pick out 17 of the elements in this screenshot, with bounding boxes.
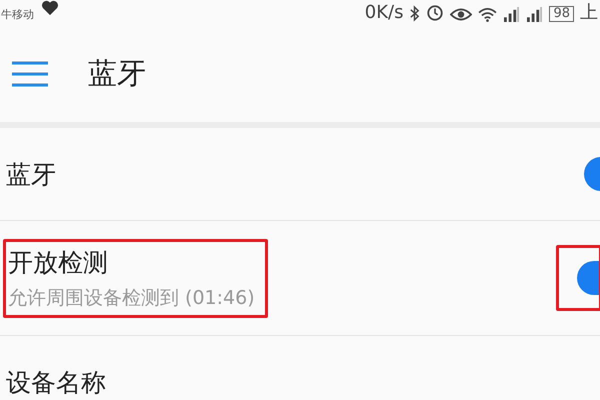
- signal-icon: [526, 7, 544, 22]
- eye-icon: [450, 7, 472, 22]
- heart-icon: [40, 0, 60, 16]
- setting-description: 允许周围设备检测到 (01:46): [8, 286, 255, 310]
- carrier-name: 牛移动: [1, 7, 34, 22]
- alarm-icon: [426, 4, 444, 22]
- menu-icon[interactable]: [12, 61, 48, 87]
- battery-level: 98: [549, 6, 574, 22]
- setting-title: 开放检测: [8, 246, 109, 278]
- setting-title: 设备名称: [6, 366, 106, 398]
- page-title: 蓝牙: [88, 55, 146, 92]
- setting-title: 蓝牙: [6, 158, 56, 190]
- signal-icon: [503, 7, 520, 22]
- bluetooth-icon: [409, 5, 420, 22]
- wifi-icon: [478, 7, 498, 22]
- network-speed: 0K/s: [364, 4, 404, 22]
- status-text: 上: [580, 4, 598, 22]
